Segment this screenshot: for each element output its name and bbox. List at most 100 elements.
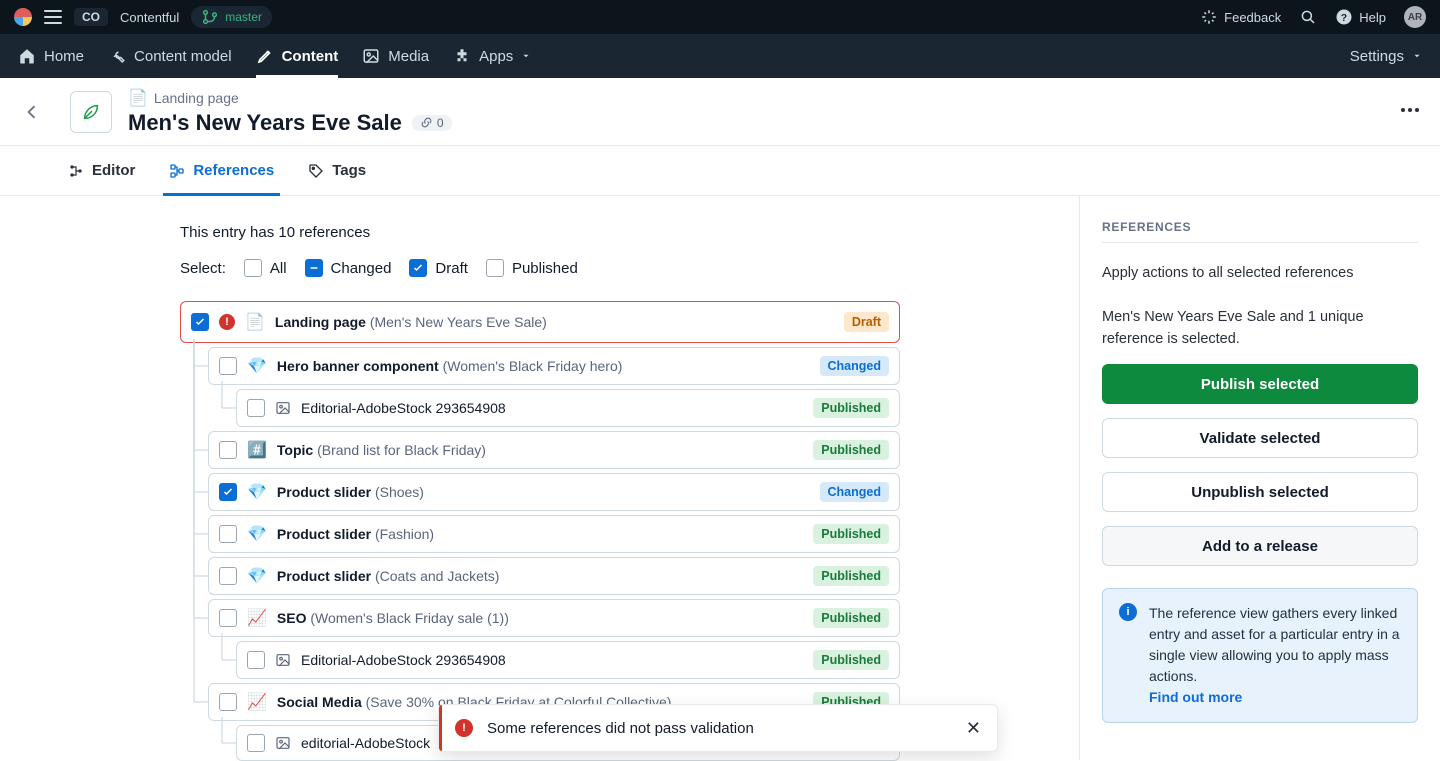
unpublish-selected-button[interactable]: Unpublish selected	[1102, 472, 1418, 512]
chevron-down-icon	[1412, 51, 1422, 61]
references-icon	[169, 163, 185, 179]
sidebar-note-2: Men's New Years Eve Sale and 1 unique re…	[1102, 307, 1418, 351]
reference-title: SEO (Women's Black Friday sale (1))	[277, 610, 509, 626]
checkbox-icon[interactable]	[247, 399, 265, 417]
references-summary: This entry has 10 references	[180, 224, 1079, 241]
reference-title: Product slider (Coats and Jackets)	[277, 568, 500, 584]
wrench-icon	[108, 47, 126, 65]
primary-nav: Home Content model Content Media Apps Se…	[0, 34, 1440, 78]
validation-error-toast: ! Some references did not pass validatio…	[438, 704, 998, 752]
add-to-release-button[interactable]: Add to a release	[1102, 526, 1418, 566]
reference-row[interactable]: Editorial-AdobeStock 293654908Published	[236, 641, 900, 679]
nav-settings[interactable]: Settings	[1350, 34, 1422, 78]
sidebar-note-1: Apply actions to all selected references	[1102, 263, 1418, 285]
checkbox-icon[interactable]	[247, 734, 265, 752]
nav-content-model-label: Content model	[134, 48, 232, 65]
top-bar: CO Contentful master Feedback ? Help AR	[0, 0, 1440, 34]
reference-row[interactable]: Editorial-AdobeStock 293654908Published	[236, 389, 900, 427]
reference-row[interactable]: #️⃣Topic (Brand list for Black Friday)Pu…	[208, 431, 900, 469]
reference-tree: !📄Landing page (Men's New Years Eve Sale…	[180, 301, 900, 761]
help-button[interactable]: ? Help	[1335, 8, 1386, 26]
actions-sidebar: REFERENCES Apply actions to all selected…	[1080, 196, 1440, 760]
reference-row[interactable]: 💎Product slider (Shoes)Changed	[208, 473, 900, 511]
entry-actions-menu[interactable]	[1398, 98, 1422, 125]
select-all[interactable]: All	[244, 259, 287, 277]
content-type-crumb[interactable]: 📄 Landing page	[128, 88, 452, 108]
asset-icon	[275, 400, 291, 416]
hierarchy-icon	[68, 163, 84, 179]
select-draft[interactable]: Draft	[409, 259, 468, 277]
nav-content-model[interactable]: Content model	[108, 34, 232, 78]
org-badge[interactable]: CO	[74, 8, 108, 26]
tab-references[interactable]: References	[169, 146, 274, 195]
select-published[interactable]: Published	[486, 259, 578, 277]
type-emoji-icon: #️⃣	[247, 440, 267, 460]
reference-title: Editorial-AdobeStock 293654908	[301, 400, 506, 416]
type-emoji-icon: 📈	[247, 608, 267, 628]
info-text: The reference view gathers every linked …	[1149, 605, 1400, 684]
sparkle-icon	[1200, 8, 1218, 26]
nav-content[interactable]: Content	[256, 34, 339, 78]
checkbox-icon[interactable]	[247, 651, 265, 669]
nav-home[interactable]: Home	[18, 34, 84, 78]
reference-row[interactable]: !📄Landing page (Men's New Years Eve Sale…	[180, 301, 900, 343]
reference-title: Landing page (Men's New Years Eve Sale)	[275, 314, 547, 330]
leaf-icon	[80, 101, 102, 123]
error-icon: !	[455, 719, 473, 737]
tab-editor-label: Editor	[92, 162, 135, 179]
link-icon	[420, 116, 433, 129]
feedback-button[interactable]: Feedback	[1200, 8, 1281, 26]
incoming-links-badge[interactable]: 0	[412, 115, 452, 131]
tab-tags[interactable]: Tags	[308, 146, 366, 195]
status-badge: Published	[813, 524, 889, 544]
incoming-links-count: 0	[437, 116, 444, 130]
help-icon: ?	[1335, 8, 1353, 26]
reference-title: Editorial-AdobeStock 293654908	[301, 652, 506, 668]
back-button[interactable]	[10, 102, 54, 122]
checkbox-checked-icon[interactable]	[219, 483, 237, 501]
select-changed-label: Changed	[331, 260, 392, 277]
entry-type-icon	[70, 91, 112, 133]
chevron-down-icon	[521, 51, 531, 61]
content-type-label: Landing page	[154, 90, 239, 106]
reference-row[interactable]: 💎Hero banner component (Women's Black Fr…	[208, 347, 900, 385]
select-all-label: All	[270, 260, 287, 277]
reference-row[interactable]: 💎Product slider (Coats and Jackets)Publi…	[208, 557, 900, 595]
checkbox-icon[interactable]	[219, 357, 237, 375]
tab-editor[interactable]: Editor	[68, 146, 135, 195]
avatar[interactable]: AR	[1404, 6, 1426, 28]
toast-close-button[interactable]: ✕	[966, 719, 981, 737]
menu-icon[interactable]	[44, 10, 62, 24]
help-label: Help	[1359, 10, 1386, 25]
nav-media[interactable]: Media	[362, 34, 429, 78]
git-branch-icon	[201, 8, 219, 26]
checkbox-checked-icon	[409, 259, 427, 277]
select-changed[interactable]: Changed	[305, 259, 392, 277]
nav-apps[interactable]: Apps	[453, 34, 531, 78]
nav-settings-label: Settings	[1350, 48, 1404, 65]
checkbox-icon[interactable]	[219, 441, 237, 459]
reference-row[interactable]: 💎Product slider (Fashion)Published	[208, 515, 900, 553]
reference-row[interactable]: 📈SEO (Women's Black Friday sale (1))Publ…	[208, 599, 900, 637]
asset-icon	[275, 735, 291, 751]
tab-references-label: References	[193, 162, 274, 179]
page-header: 📄 Landing page Men's New Years Eve Sale …	[0, 78, 1440, 146]
validate-selected-button[interactable]: Validate selected	[1102, 418, 1418, 458]
toast-message: Some references did not pass validation	[487, 720, 754, 737]
svg-text:?: ?	[1341, 12, 1347, 24]
dots-horizontal-icon	[1398, 98, 1422, 122]
checkbox-icon	[486, 259, 504, 277]
contentful-logo-icon[interactable]	[14, 8, 32, 26]
checkbox-icon[interactable]	[219, 693, 237, 711]
checkbox-icon[interactable]	[219, 525, 237, 543]
document-icon: 📄	[128, 88, 148, 108]
checkbox-icon[interactable]	[219, 567, 237, 585]
publish-selected-button[interactable]: Publish selected	[1102, 364, 1418, 404]
status-badge: Changed	[820, 482, 889, 502]
sidebar-heading: REFERENCES	[1102, 220, 1418, 243]
find-out-more-link[interactable]: Find out more	[1149, 689, 1242, 705]
search-icon[interactable]	[1299, 8, 1317, 26]
branch-pill[interactable]: master	[191, 6, 272, 28]
checkbox-checked-icon[interactable]	[191, 313, 209, 331]
checkbox-icon[interactable]	[219, 609, 237, 627]
